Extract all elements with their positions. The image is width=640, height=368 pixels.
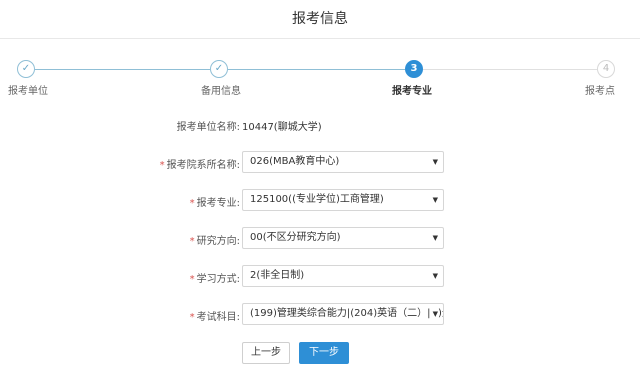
prev-step-button[interactable]: 上一步	[242, 342, 290, 364]
required-mark: *	[189, 198, 195, 209]
step-4-label: 报考点	[585, 86, 615, 97]
major-label-text: 报考专业:	[196, 198, 240, 209]
study-mode-label-text: 学习方式:	[196, 274, 240, 285]
next-step-button[interactable]: 下一步	[299, 342, 349, 364]
step-1-label: 报考单位	[8, 86, 48, 97]
department-select[interactable]: 026(MBA教育中心) ▼	[242, 151, 444, 173]
direction-select[interactable]: 00(不区分研究方向) ▼	[242, 227, 444, 249]
required-mark: *	[189, 236, 195, 247]
department-label-text: 报考院系所名称:	[166, 160, 240, 171]
department-select-value: 026(MBA教育中心)	[250, 156, 340, 167]
required-mark: *	[189, 274, 195, 285]
direction-label-text: 研究方向:	[196, 236, 240, 247]
triangle-down-icon: ▼	[430, 152, 438, 172]
header-divider	[0, 38, 640, 39]
step-4-number: 4	[597, 60, 615, 78]
subjects-select-value: (199)管理类综合能力|(204)英语（二）|(-)无	[250, 308, 444, 319]
triangle-down-icon: ▼	[430, 190, 438, 210]
unit-name-label-text: 报考单位名称:	[176, 122, 240, 133]
study-mode-select-value: 2(非全日制)	[250, 270, 305, 281]
stepper-line-2	[228, 69, 405, 70]
study-mode-label: * 学习方式:	[0, 270, 240, 285]
study-mode-select[interactable]: 2(非全日制) ▼	[242, 265, 444, 287]
step-3-label: 报考专业	[392, 86, 432, 97]
subjects-label-text: 考试科目:	[196, 312, 240, 323]
required-mark: *	[189, 312, 195, 323]
direction-select-value: 00(不区分研究方向)	[250, 232, 341, 243]
major-select-value: 125100((专业学位)工商管理)	[250, 194, 384, 205]
subjects-select[interactable]: (199)管理类综合能力|(204)英语（二）|(-)无 ▼	[242, 303, 444, 325]
step-3-number: 3	[405, 60, 423, 78]
stepper-line-3	[423, 69, 597, 70]
triangle-down-icon: ▼	[430, 304, 438, 324]
step-2-check-icon: ✓	[210, 60, 228, 78]
major-label: * 报考专业:	[0, 194, 240, 209]
step-2-label: 备用信息	[201, 86, 241, 97]
stepper-line-1	[35, 69, 210, 70]
triangle-down-icon: ▼	[430, 266, 438, 286]
required-mark: *	[159, 160, 165, 171]
page-title: 报考信息	[292, 11, 348, 27]
department-label: * 报考院系所名称:	[0, 156, 240, 171]
triangle-down-icon: ▼	[430, 228, 438, 248]
unit-name-label: 报考单位名称:	[0, 118, 240, 133]
unit-name-value: 10447(聊城大学)	[242, 122, 322, 133]
subjects-label: * 考试科目:	[0, 308, 240, 323]
step-1-check-icon: ✓	[17, 60, 35, 78]
major-select[interactable]: 125100((专业学位)工商管理) ▼	[242, 189, 444, 211]
direction-label: * 研究方向:	[0, 232, 240, 247]
